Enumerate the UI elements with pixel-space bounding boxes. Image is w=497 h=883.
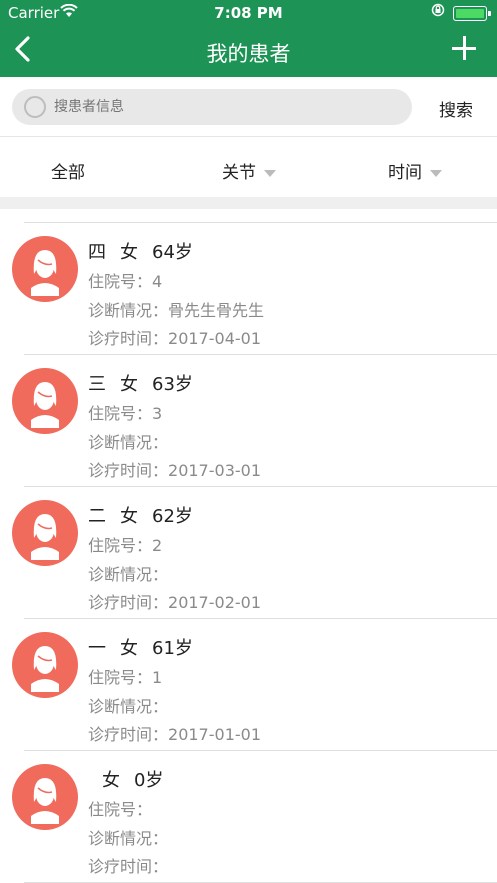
filter-all-label: 全部 — [51, 163, 85, 183]
patient-name: 一 — [88, 638, 106, 659]
patient-list: 四女 64岁 住院号：4 诊断情况：骨先生骨先生 诊疗时间：2017-04-01 … — [0, 209, 497, 883]
treatment-time-label: 诊疗时间： — [88, 461, 169, 480]
treatment-time-value: 2017-04-01 — [168, 329, 261, 348]
treatment-time-row: 诊疗时间：2017-02-01 — [88, 589, 261, 613]
patient-age: 61岁 — [152, 638, 193, 659]
list-item-partial — [24, 209, 497, 223]
patient-age: 63岁 — [152, 374, 193, 395]
patient-age: 64岁 — [152, 242, 193, 263]
navigation-bar: 我的患者 — [0, 28, 497, 74]
avatar-female-icon — [12, 632, 78, 698]
rotation-lock-icon — [431, 3, 445, 21]
diagnosis-row: 诊断情况： — [88, 561, 168, 585]
admission-value: 4 — [152, 272, 163, 291]
diagnosis-row: 诊断情况： — [88, 429, 168, 453]
patient-card[interactable]: 女 0岁 住院号： 诊断情况： 诊疗时间： — [0, 751, 497, 883]
admission-label: 住院号： — [88, 272, 153, 291]
treatment-time-value: 2017-03-01 — [168, 461, 261, 480]
patient-name: 二 — [88, 506, 106, 527]
avatar-female-icon — [12, 764, 78, 830]
patient-header: 一女 61岁 — [88, 634, 207, 660]
status-bar: Carrier 7:08 PM — [0, 0, 497, 26]
patient-header: 女 0岁 — [88, 766, 177, 792]
admission-row: 住院号：2 — [88, 532, 162, 556]
filter-time-label: 时间 — [388, 163, 422, 183]
filter-joint-label: 关节 — [222, 163, 256, 183]
admission-label: 住院号： — [88, 404, 153, 423]
admission-row: 住院号：4 — [88, 268, 162, 292]
diagnosis-label: 诊断情况： — [88, 565, 169, 584]
add-patient-button[interactable] — [451, 36, 477, 62]
admission-label: 住院号： — [88, 536, 153, 555]
patient-header: 四女 64岁 — [88, 238, 207, 264]
treatment-time-value: 2017-02-01 — [168, 593, 261, 612]
filter-time[interactable]: 时间 — [388, 158, 442, 183]
page-title: 我的患者 — [206, 42, 291, 66]
dropdown-arrow-icon — [264, 169, 276, 177]
section-divider — [0, 197, 497, 209]
header-bar: Carrier 7:08 PM 我的患者 — [0, 0, 497, 77]
clock: 7:08 PM — [214, 4, 283, 22]
search-field[interactable] — [12, 89, 412, 125]
diagnosis-label: 诊断情况： — [88, 829, 169, 848]
patient-card[interactable]: 二女 62岁 住院号：2 诊断情况： 诊疗时间：2017-02-01 — [0, 487, 497, 619]
treatment-time-row: 诊疗时间：2017-01-01 — [88, 721, 261, 745]
admission-row: 住院号：1 — [88, 664, 162, 688]
treatment-time-value: 2017-01-01 — [168, 725, 261, 744]
patient-age: 62岁 — [152, 506, 193, 527]
patient-name: 三 — [88, 374, 106, 395]
diagnosis-row: 诊断情况：骨先生骨先生 — [88, 297, 264, 321]
avatar-female-icon — [12, 236, 78, 302]
filter-joint[interactable]: 关节 — [222, 158, 276, 183]
search-icon — [24, 96, 46, 118]
patient-gender: 女 — [120, 638, 138, 659]
patient-header: 二女 62岁 — [88, 502, 207, 528]
filter-bar: 全部 关节 时间 — [0, 138, 497, 197]
treatment-time-row: 诊疗时间：2017-04-01 — [88, 325, 261, 349]
treatment-time-label: 诊疗时间： — [88, 857, 169, 876]
admission-value: 3 — [152, 404, 163, 423]
patient-card[interactable]: 四女 64岁 住院号：4 诊断情况：骨先生骨先生 诊疗时间：2017-04-01 — [0, 223, 497, 355]
patient-card[interactable]: 三女 63岁 住院号：3 诊断情况： 诊疗时间：2017-03-01 — [0, 355, 497, 487]
patient-age: 0岁 — [134, 770, 164, 791]
admission-label: 住院号： — [88, 800, 153, 819]
patient-gender: 女 — [120, 506, 138, 527]
treatment-time-row: 诊疗时间：2017-03-01 — [88, 457, 261, 481]
treatment-time-label: 诊疗时间： — [88, 725, 169, 744]
treatment-time-row: 诊疗时间： — [88, 853, 168, 877]
avatar-female-icon — [12, 368, 78, 434]
diagnosis-value: 骨先生骨先生 — [168, 301, 265, 320]
admission-value: 2 — [152, 536, 163, 555]
avatar-female-icon — [12, 500, 78, 566]
diagnosis-row: 诊断情况： — [88, 693, 168, 717]
treatment-time-label: 诊疗时间： — [88, 329, 169, 348]
patient-name: 四 — [88, 242, 106, 263]
dropdown-arrow-icon — [430, 169, 442, 177]
search-input[interactable] — [54, 89, 394, 125]
search-bar: 搜索 — [0, 77, 497, 137]
patient-header: 三女 63岁 — [88, 370, 207, 396]
patient-gender: 女 — [120, 242, 138, 263]
search-button[interactable]: 搜索 — [439, 96, 473, 121]
filter-all[interactable]: 全部 — [51, 158, 85, 183]
admission-label: 住院号： — [88, 668, 153, 687]
diagnosis-label: 诊断情况： — [88, 433, 169, 452]
admission-row: 住院号： — [88, 796, 152, 820]
patient-gender: 女 — [120, 374, 138, 395]
patient-gender: 女 — [102, 770, 120, 791]
diagnosis-label: 诊断情况： — [88, 697, 169, 716]
diagnosis-label: 诊断情况： — [88, 301, 169, 320]
battery-icon — [453, 6, 491, 21]
patient-card[interactable]: 一女 61岁 住院号：1 诊断情况： 诊疗时间：2017-01-01 — [0, 619, 497, 751]
diagnosis-row: 诊断情况： — [88, 825, 168, 849]
admission-value: 1 — [152, 668, 163, 687]
treatment-time-label: 诊疗时间： — [88, 593, 169, 612]
admission-row: 住院号：3 — [88, 400, 162, 424]
